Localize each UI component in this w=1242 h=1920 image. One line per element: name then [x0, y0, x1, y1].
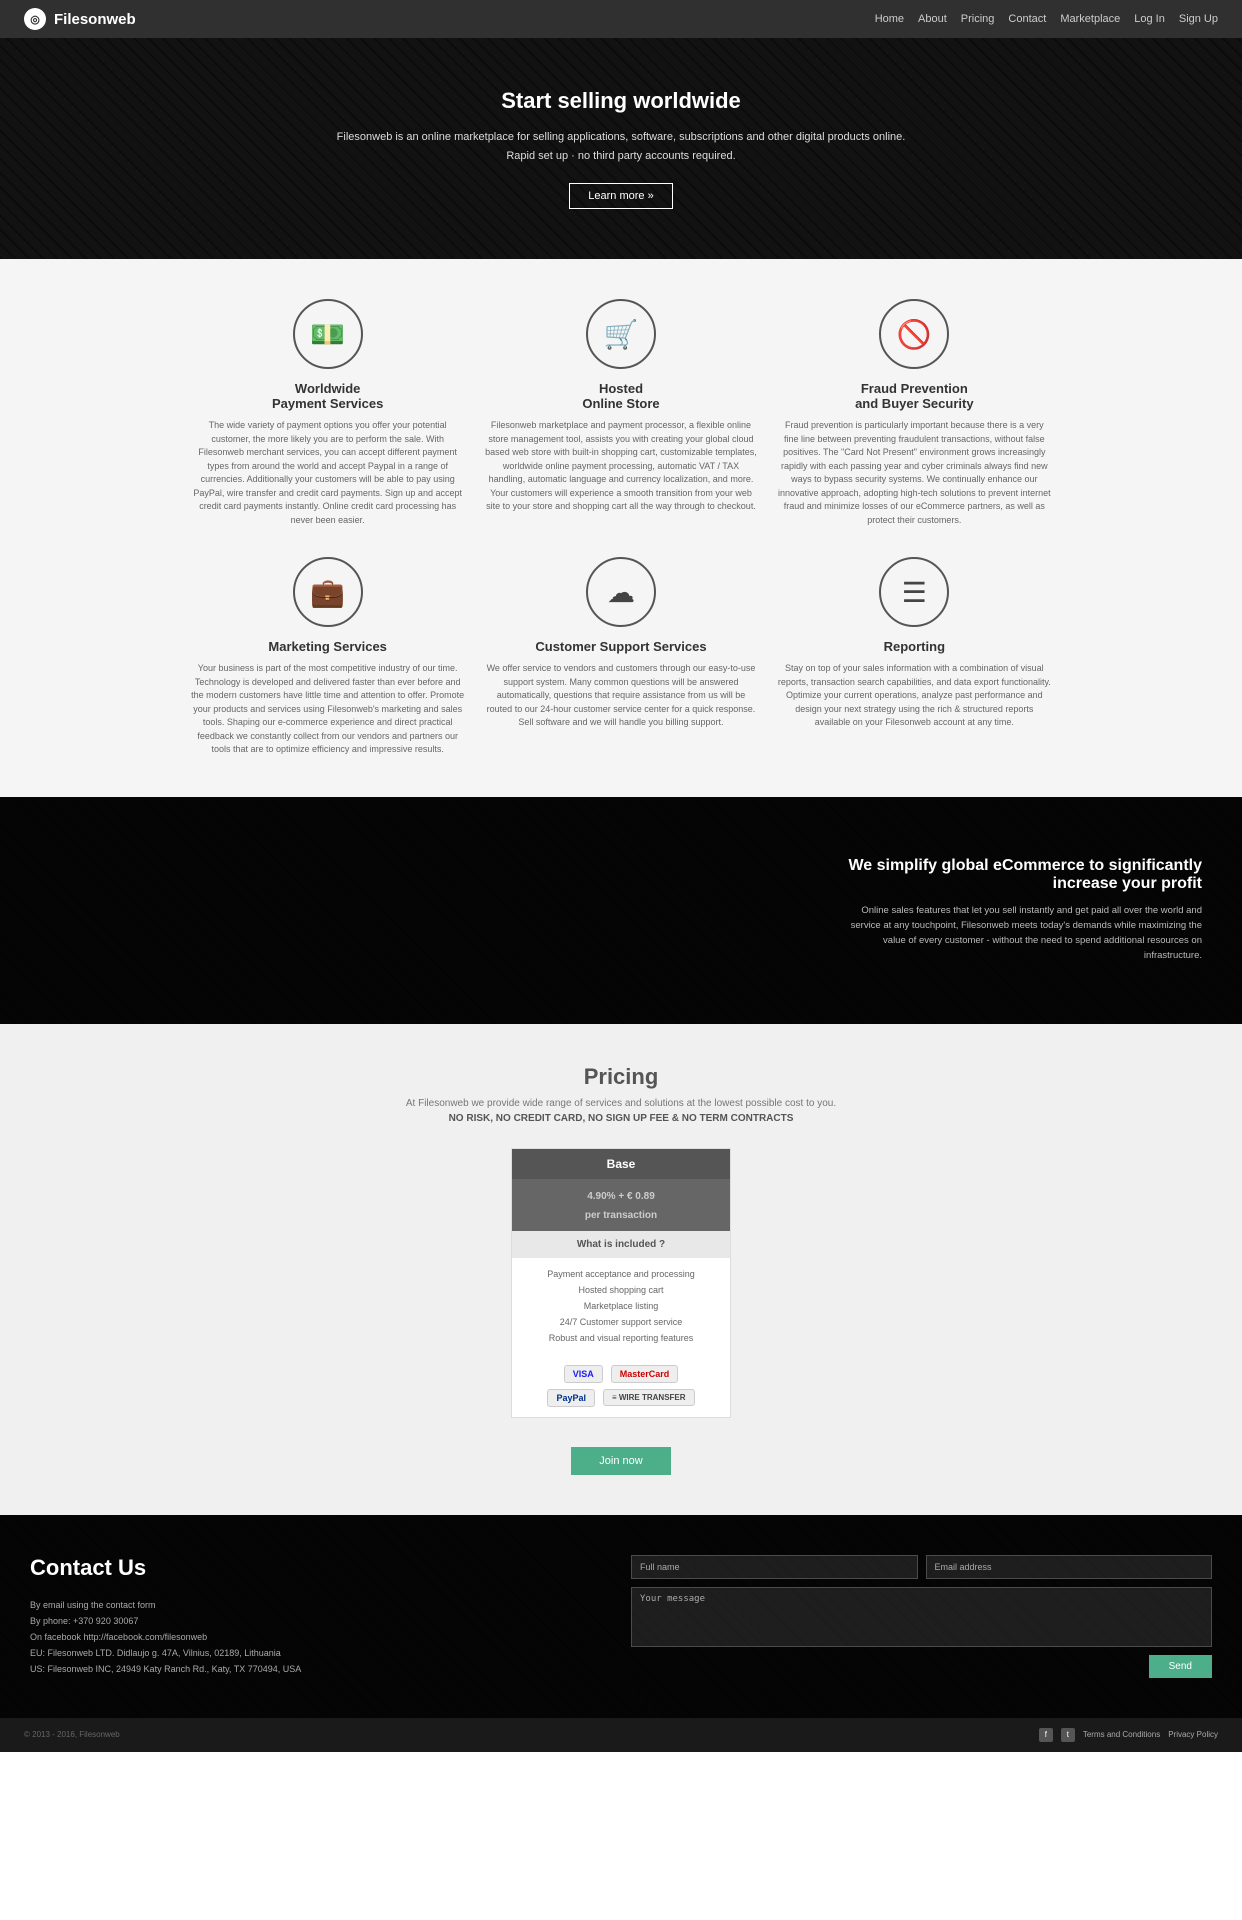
feature-marketing-title: Marketing Services	[268, 639, 387, 654]
promo-title: We simplify global eCommerce to signific…	[842, 857, 1202, 893]
logo-icon: ◎	[24, 8, 46, 30]
nav-pricing[interactable]: Pricing	[961, 13, 995, 25]
reporting-icon: ☰	[879, 557, 949, 627]
fraud-icon: 🚫	[879, 299, 949, 369]
mastercard-badge: MasterCard	[611, 1365, 679, 1383]
feature-store-title: HostedOnline Store	[582, 381, 659, 411]
features-section: 💵 WorldwidePayment Services The wide var…	[0, 259, 1242, 797]
send-button[interactable]: Send	[1149, 1655, 1212, 1678]
list-item: Robust and visual reporting features	[520, 1330, 722, 1346]
pricing-items: Payment acceptance and processing Hosted…	[512, 1258, 730, 1355]
feature-payment: 💵 WorldwidePayment Services The wide var…	[191, 299, 464, 527]
pricing-section: Pricing At Filesonweb we provide wide ra…	[0, 1024, 1242, 1515]
message-input[interactable]	[631, 1587, 1212, 1647]
feature-fraud-desc: Fraud prevention is particularly importa…	[778, 419, 1051, 527]
contact-info: Contact Us By email using the contact fo…	[30, 1555, 611, 1678]
payment-icon: 💵	[293, 299, 363, 369]
nav-signup[interactable]: Sign Up	[1179, 13, 1218, 25]
nav-about[interactable]: About	[918, 13, 947, 25]
pricing-what: What is included ?	[512, 1231, 730, 1258]
marketing-icon: 💼	[293, 557, 363, 627]
visa-badge: VISA	[564, 1365, 603, 1383]
nav-login[interactable]: Log In	[1134, 13, 1165, 25]
feature-reporting-title: Reporting	[884, 639, 945, 654]
contact-title: Contact Us	[30, 1555, 611, 1581]
join-button-wrapper: Join now	[20, 1437, 1222, 1475]
terms-link[interactable]: Terms and Conditions	[1083, 1730, 1160, 1739]
hero-section: Start selling worldwide Filesonweb is an…	[0, 38, 1242, 259]
payment-row-1: VISA MasterCard	[564, 1365, 679, 1383]
nav-links: Home About Pricing Contact Marketplace L…	[875, 13, 1218, 25]
paypal-badge: PayPal	[547, 1389, 595, 1407]
feature-reporting-desc: Stay on top of your sales information wi…	[778, 662, 1051, 730]
pricing-card: Base 4.90% + € 0.89 per transaction What…	[511, 1148, 731, 1418]
feature-store: 🛒 HostedOnline Store Filesonweb marketpl…	[484, 299, 757, 527]
contact-name-email-row	[631, 1555, 1212, 1579]
logo-text: Filesonweb	[54, 11, 136, 28]
feature-support-title: Customer Support Services	[535, 639, 706, 654]
promo-text: We simplify global eCommerce to signific…	[842, 857, 1202, 964]
contact-form: Send	[631, 1555, 1212, 1678]
feature-payment-desc: The wide variety of payment options you …	[191, 419, 464, 527]
email-input[interactable]	[926, 1555, 1213, 1579]
nav-home[interactable]: Home	[875, 13, 904, 25]
pricing-subtitle: At Filesonweb we provide wide range of s…	[20, 1098, 1222, 1109]
promo-section: We simplify global eCommerce to signific…	[0, 797, 1242, 1024]
feature-payment-title: WorldwidePayment Services	[272, 381, 383, 411]
list-item: Payment acceptance and processing	[520, 1266, 722, 1282]
feature-support-desc: We offer service to vendors and customer…	[484, 662, 757, 730]
support-icon: ☁	[586, 557, 656, 627]
pricing-title: Pricing	[20, 1064, 1222, 1090]
full-name-input[interactable]	[631, 1555, 918, 1579]
pricing-tier: Base	[512, 1149, 730, 1179]
navigation: ◎ Filesonweb Home About Pricing Contact …	[0, 0, 1242, 38]
privacy-link[interactable]: Privacy Policy	[1168, 1730, 1218, 1739]
footer: © 2013 - 2016, Filesonweb f t Terms and …	[0, 1718, 1242, 1752]
contact-details: By email using the contact form By phone…	[30, 1597, 611, 1678]
store-icon: 🛒	[586, 299, 656, 369]
payment-row-2: PayPal ≡ WIRE TRANSFER	[547, 1389, 694, 1407]
footer-copyright: © 2013 - 2016, Filesonweb	[24, 1730, 120, 1739]
feature-marketing: 💼 Marketing Services Your business is pa…	[191, 557, 464, 757]
pricing-price: 4.90% + € 0.89 per transaction	[512, 1179, 730, 1231]
feature-marketing-desc: Your business is part of the most compet…	[191, 662, 464, 757]
twitter-icon[interactable]: t	[1061, 1728, 1075, 1742]
features-grid: 💵 WorldwidePayment Services The wide var…	[191, 299, 1051, 757]
contact-section: Contact Us By email using the contact fo…	[0, 1515, 1242, 1718]
feature-support: ☁ Customer Support Services We offer ser…	[484, 557, 757, 757]
list-item: Marketplace listing	[520, 1298, 722, 1314]
pricing-note: NO RISK, NO CREDIT CARD, NO SIGN UP FEE …	[20, 1113, 1222, 1124]
facebook-icon[interactable]: f	[1039, 1728, 1053, 1742]
feature-fraud: 🚫 Fraud Preventionand Buyer Security Fra…	[778, 299, 1051, 527]
payment-logos: VISA MasterCard PayPal ≡ WIRE TRANSFER	[512, 1355, 730, 1417]
promo-desc: Online sales features that let you sell …	[842, 903, 1202, 964]
feature-reporting: ☰ Reporting Stay on top of your sales in…	[778, 557, 1051, 757]
logo: ◎ Filesonweb	[24, 8, 136, 30]
feature-store-desc: Filesonweb marketplace and payment proce…	[484, 419, 757, 514]
wire-badge: ≡ WIRE TRANSFER	[603, 1389, 695, 1406]
list-item: Hosted shopping cart	[520, 1282, 722, 1298]
feature-fraud-title: Fraud Preventionand Buyer Security	[855, 381, 974, 411]
hero-title: Start selling worldwide	[501, 88, 741, 114]
footer-links: f t Terms and Conditions Privacy Policy	[1039, 1728, 1218, 1742]
hero-description: Filesonweb is an online marketplace for …	[337, 128, 906, 165]
nav-marketplace[interactable]: Marketplace	[1060, 13, 1120, 25]
nav-contact[interactable]: Contact	[1008, 13, 1046, 25]
list-item: 24/7 Customer support service	[520, 1314, 722, 1330]
join-button[interactable]: Join now	[571, 1447, 670, 1475]
hero-cta-button[interactable]: Learn more »	[569, 183, 672, 209]
